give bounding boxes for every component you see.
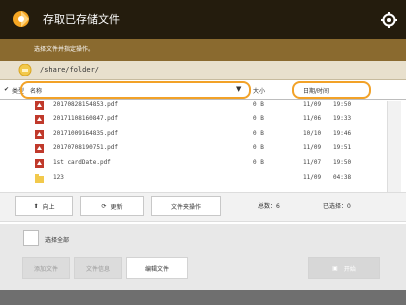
file-time: 19:50 — [333, 101, 352, 108]
path-text: /share/folder/ — [40, 66, 100, 74]
table-row[interactable]: 1st cardDate.pdf 0 B 11/07 19:50 — [20, 159, 385, 168]
file-operations-button[interactable]: 文件夹操作 — [151, 196, 221, 216]
file-name: 20171009164835.pdf — [53, 130, 119, 137]
file-info-button[interactable]: 文件信息 — [74, 257, 122, 279]
canon-logo-icon — [13, 11, 29, 27]
file-size: 0 B — [253, 130, 264, 137]
selected-value: 0 — [347, 203, 351, 210]
check-header-icon: ✔ — [4, 86, 10, 93]
file-name: 20170708190751.pdf — [53, 144, 119, 151]
add-file-button[interactable]: 添加文件 — [22, 257, 70, 279]
refresh-icon: ⟳ — [101, 202, 107, 210]
total-count: 总数：6 — [258, 201, 280, 210]
table-row[interactable]: 20170828154853.pdf 0 B 11/09 19:50 — [20, 101, 385, 110]
file-date: 11/09 — [303, 144, 322, 151]
file-date: 11/09 — [303, 101, 322, 108]
pdf-icon — [35, 115, 44, 124]
file-name: 1st cardDate.pdf — [53, 159, 111, 166]
column-name-header[interactable]: 名称 — [30, 86, 42, 95]
file-time: 19:46 — [333, 130, 352, 137]
file-size: 0 B — [253, 101, 264, 108]
page-title: 存取已存储文件 — [43, 13, 120, 26]
column-date-header[interactable]: 日期/时间 — [303, 86, 329, 95]
start-icon: ▣ — [332, 264, 338, 272]
pdf-icon — [35, 159, 44, 168]
table-row[interactable]: 20171009164835.pdf 0 B 10/10 19:46 — [20, 130, 385, 139]
pdf-icon — [35, 144, 44, 153]
name-sort-highlight — [20, 81, 251, 99]
file-date: 11/09 — [303, 174, 322, 181]
refresh-label: 更新 — [110, 203, 123, 211]
file-time: 19:33 — [333, 115, 352, 122]
table-row[interactable]: 20171108160847.pdf 0 B 11/06 19:33 — [20, 115, 385, 124]
file-name: 20170828154853.pdf — [53, 101, 119, 108]
file-time: 19:50 — [333, 159, 352, 166]
table-scrollbar[interactable] — [387, 101, 401, 192]
select-all-checkbox[interactable] — [23, 230, 39, 246]
pdf-icon — [35, 130, 44, 139]
total-label: 总数： — [258, 203, 277, 210]
total-value: 6 — [276, 203, 280, 210]
pdf-icon — [35, 101, 44, 110]
column-size-header[interactable]: 大小 — [253, 86, 265, 95]
folder-icon — [35, 174, 44, 183]
gear-icon[interactable] — [381, 12, 397, 28]
file-name: 20171108160847.pdf — [53, 115, 119, 122]
file-name: 123 — [53, 174, 64, 181]
selected-count: 已选择：0 — [323, 201, 351, 210]
table-row[interactable]: 123 11/09 04:38 — [20, 174, 385, 183]
start-label: 开始 — [343, 265, 356, 273]
up-arrow-icon: ⬆ — [33, 202, 39, 210]
refresh-button[interactable]: ⟳ 更新 — [80, 196, 144, 216]
select-all-label: 选择全部 — [45, 237, 70, 244]
instruction-text: 选择文件并指定操作。 — [34, 46, 95, 53]
up-label: 向上 — [42, 203, 55, 211]
file-date: 11/07 — [303, 159, 322, 166]
edit-file-button[interactable]: 编辑文件 — [126, 257, 188, 279]
file-size: 0 B — [253, 159, 264, 166]
up-button[interactable]: ⬆ 向上 — [15, 196, 73, 216]
file-size: 0 B — [253, 115, 264, 122]
file-date: 11/06 — [303, 115, 322, 122]
table-row[interactable]: 20170708190751.pdf 0 B 11/09 19:51 — [20, 144, 385, 153]
selected-label: 已选择： — [323, 203, 348, 210]
file-time: 04:38 — [333, 174, 352, 181]
sort-desc-icon[interactable]: ▼ — [236, 85, 241, 93]
file-ops-label: 文件夹操作 — [170, 203, 201, 211]
start-button[interactable]: ▣ 开始 — [308, 257, 380, 279]
file-time: 19:51 — [333, 144, 352, 151]
file-size: 0 B — [253, 144, 264, 151]
bottom-strip — [0, 290, 406, 305]
folder-open-icon — [18, 64, 32, 76]
file-date: 10/10 — [303, 130, 322, 137]
